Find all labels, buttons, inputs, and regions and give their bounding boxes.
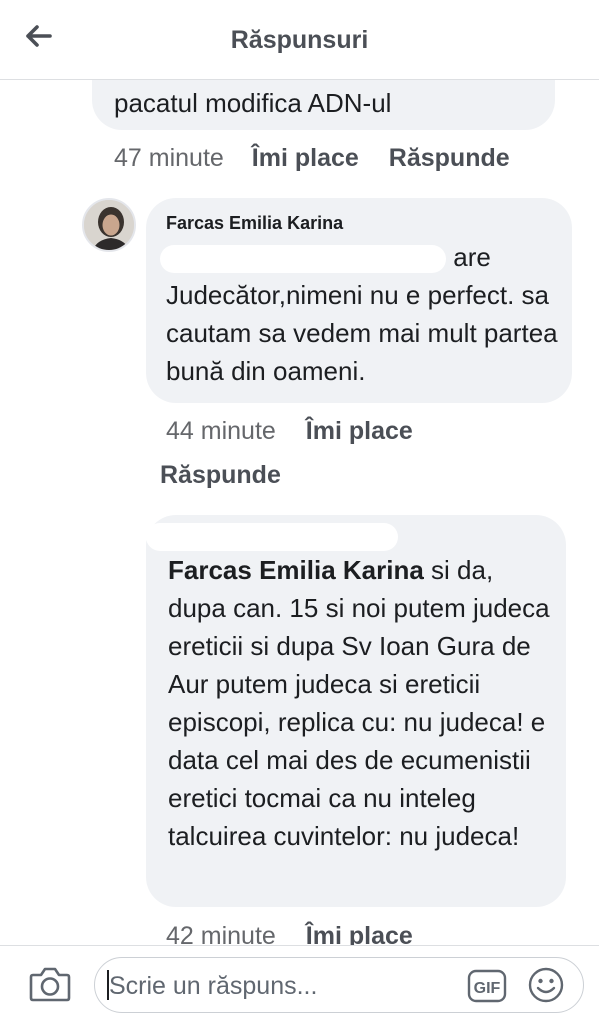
comment-meta: 44 minute Îmi place: [166, 417, 413, 446]
like-button[interactable]: Îmi place: [306, 417, 413, 445]
camera-icon[interactable]: [28, 964, 72, 1004]
comment-bubble: Farcas Emilia Karina are Judecător,nimen…: [146, 198, 572, 403]
page-title: Răspunsuri: [230, 26, 369, 54]
redacted-mention: [160, 245, 446, 274]
smiley-icon[interactable]: [527, 966, 565, 1004]
comment-text: si da, dupa can. 15 si noi putem judeca …: [168, 555, 550, 851]
reply-composer: Scrie un răspuns... GIF: [0, 945, 599, 1023]
svg-text:GIF: GIF: [474, 980, 501, 997]
comment-bubble: Farcas Emilia Karina si da, dupa can. 15…: [146, 515, 566, 907]
comment-time: 47 minute: [114, 144, 224, 172]
redacted-author: [146, 523, 398, 551]
reply-button[interactable]: Răspunde: [160, 461, 281, 489]
gif-icon[interactable]: GIF: [467, 968, 507, 1004]
like-button[interactable]: Îmi place: [306, 922, 413, 945]
mentioned-user[interactable]: Farcas Emilia Karina: [168, 555, 424, 585]
reply-button[interactable]: Răspunde: [389, 144, 510, 172]
comment-meta: 47 minute Îmi place Răspunde: [114, 144, 510, 173]
comment-meta: Răspunde: [160, 461, 281, 490]
replies-list: pacatul modifica ADN-ul 47 minute Îmi pla…: [0, 80, 599, 945]
avatar[interactable]: [82, 198, 136, 252]
comment-author[interactable]: Farcas Emilia Karina: [166, 212, 558, 234]
reply-input[interactable]: Scrie un răspuns... GIF: [94, 957, 584, 1013]
comment-text-line: are: [453, 242, 491, 272]
top-bar: Răspunsuri: [0, 0, 599, 80]
comment-text: Judecător,nimeni nu e perfect. sa cautam…: [166, 280, 558, 386]
comment-text: pacatul modifica ADN-ul: [114, 88, 392, 118]
like-button[interactable]: Îmi place: [252, 144, 359, 172]
comment-time: 42 minute: [166, 922, 276, 945]
comment-bubble: pacatul modifica ADN-ul: [92, 80, 555, 130]
comment-meta: 42 minute Îmi place: [166, 922, 413, 945]
comment-time: 44 minute: [166, 417, 276, 445]
reply-placeholder: Scrie un răspuns...: [109, 972, 318, 1000]
